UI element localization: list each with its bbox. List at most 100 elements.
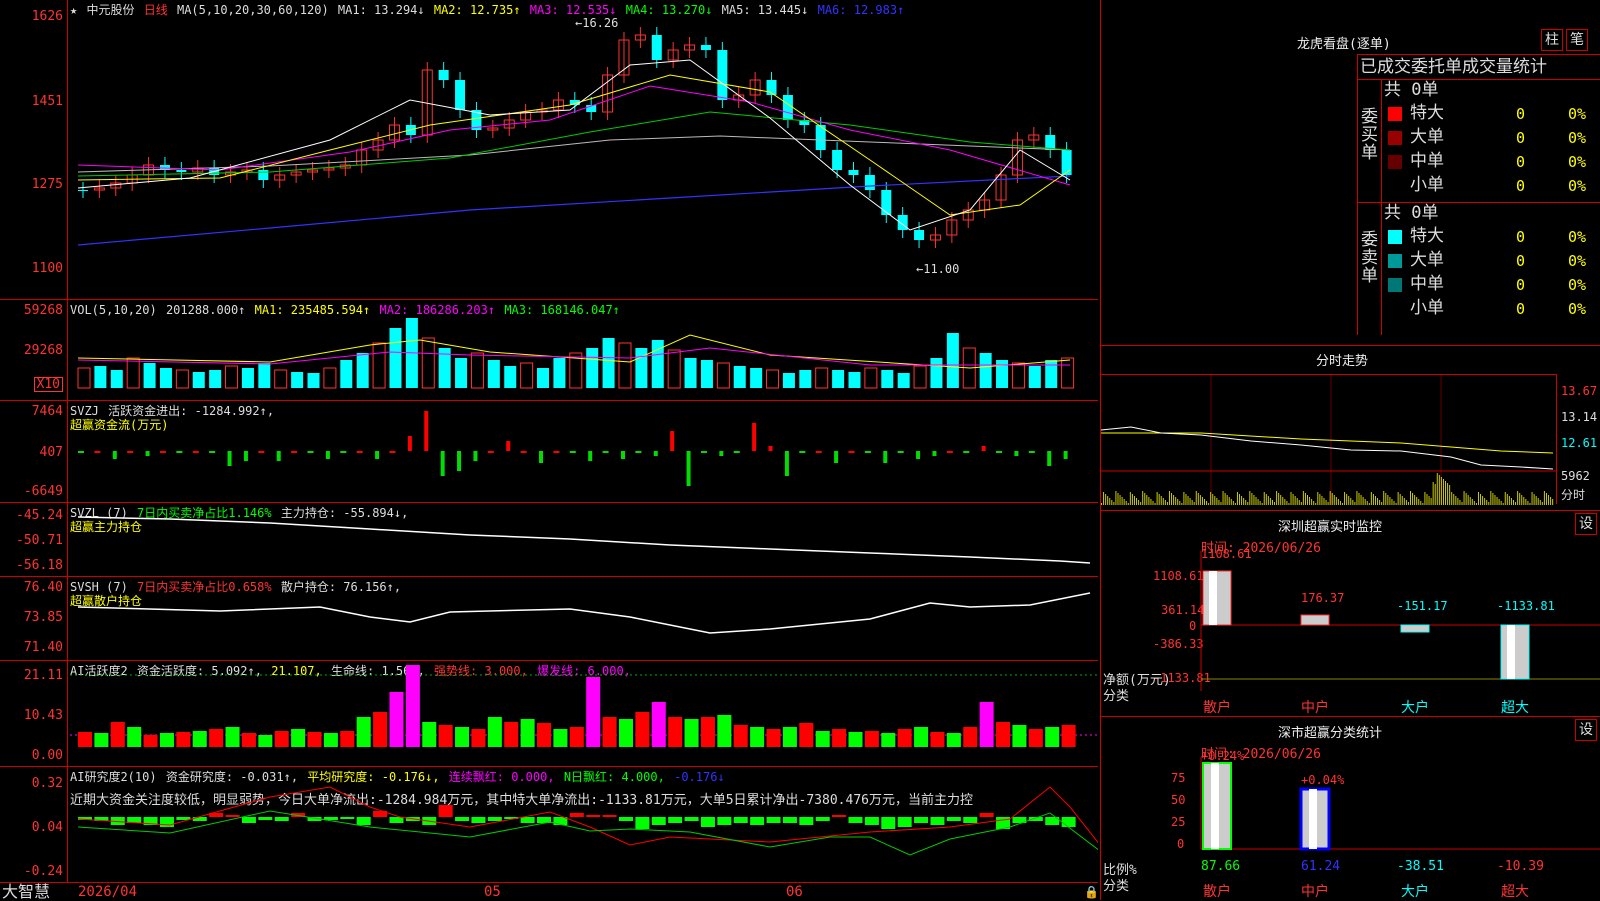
sz-class-settings-button[interactable]: 设 — [1575, 719, 1597, 741]
lock-icon[interactable]: 🔒 — [1084, 885, 1099, 899]
activity-bar — [1045, 727, 1060, 747]
intraday-vol-bar — [1374, 496, 1376, 505]
intraday-vol-bar — [1241, 496, 1243, 505]
volume-bar — [175, 369, 189, 389]
activity-bar — [963, 727, 978, 747]
svzl-panel[interactable]: -45.24 -50.71 -56.18 SVZL (7) 7日内买卖净占比1.… — [0, 503, 1098, 577]
row-count: 0 — [1516, 252, 1526, 270]
activity-bar — [225, 727, 240, 747]
activity-bar — [94, 733, 109, 747]
intraday-vol-bar — [1453, 494, 1455, 505]
intraday-vol-bar — [1224, 493, 1226, 505]
flow-bar — [916, 451, 921, 459]
intraday-vol-bar — [1545, 493, 1547, 505]
flow-bar — [520, 451, 527, 453]
intraday-vol-bar — [1317, 492, 1319, 505]
volume-panel[interactable]: 59268 29268 X10 VOL(5,10,20) 201288.000↑… — [0, 300, 1098, 401]
intraday-vol-bar — [1346, 494, 1348, 505]
intraday-vol-bar — [1488, 502, 1490, 505]
activity-bar — [127, 727, 142, 747]
volume-bar — [421, 337, 435, 389]
svzj-panel[interactable]: 7464 407 -6649 SVZJ 活跃资金进出: -1284.992↑, … — [0, 401, 1098, 503]
activity-bar — [1061, 725, 1076, 747]
intraday-vol-bar — [1290, 492, 1292, 505]
flow-bar — [1047, 451, 1052, 466]
intraday-vol-bar — [1269, 498, 1271, 505]
axis-label: 73.85 — [23, 610, 63, 625]
date-label: 2026/04 — [78, 884, 138, 900]
intraday-vol-bar — [1304, 493, 1306, 505]
flow-bar — [176, 451, 183, 453]
intraday-vol-bar — [1370, 492, 1372, 505]
flow-bar — [686, 451, 691, 486]
intraday-vol-bar — [1498, 499, 1500, 505]
intraday-vol-bar — [1208, 503, 1210, 505]
intraday-vol-bar — [1445, 481, 1447, 505]
intraday-vol-bar — [1199, 495, 1201, 505]
intraday-vol-bar — [1455, 496, 1457, 505]
intraday-vol-bar — [1358, 493, 1360, 505]
flow-bar — [848, 451, 855, 453]
intraday-vol-bar — [1113, 502, 1115, 505]
intraday-vol-bar — [1204, 499, 1205, 505]
candle-chart[interactable] — [70, 0, 1098, 300]
volume-bar — [716, 362, 730, 389]
intraday-vol-bar — [1331, 493, 1333, 505]
activity-bar — [602, 717, 617, 747]
intraday-vol-bar — [1156, 492, 1158, 505]
flow-bar — [602, 451, 609, 453]
intraday-vol-bar — [1284, 499, 1286, 505]
activity-bar — [799, 723, 814, 747]
activity-bar — [700, 717, 715, 747]
intraday-vol-bar — [1473, 501, 1475, 505]
sz-monitor-panel[interactable]: 深圳超赢实时监控 设 时间: 2026/06/26 1108.61 361.14… — [1101, 510, 1600, 716]
intraday-vol-bar — [1537, 498, 1539, 505]
activity-bar — [209, 729, 224, 747]
row-pct: 0% — [1568, 105, 1587, 123]
candle — [455, 80, 466, 110]
candle — [438, 70, 449, 80]
intraday-vol-bar — [1352, 500, 1354, 505]
intraday-vol-bar — [1451, 492, 1453, 505]
flow-bar — [159, 451, 166, 453]
flow-bar — [487, 451, 494, 453]
intraday-vol-bar — [1548, 495, 1550, 505]
tick-view-button[interactable]: 笔 — [1566, 29, 1588, 51]
intraday-vol-bar — [1426, 494, 1428, 505]
intraday-vol-bar — [1218, 500, 1220, 505]
axis-label: 71.40 — [23, 640, 63, 655]
ai1-bars — [70, 665, 1098, 747]
intraday-vol-bar — [1111, 500, 1113, 505]
svsh-panel[interactable]: 76.40 73.85 71.40 SVSH (7) 7日内买卖净占比0.658… — [0, 577, 1098, 661]
row-label: 中单 — [1410, 151, 1444, 171]
intraday-vol-bar — [1463, 491, 1465, 505]
flow-bar — [375, 451, 380, 459]
row-pct: 0% — [1568, 177, 1587, 195]
activity-bar — [405, 665, 420, 747]
ai-activity-panel[interactable]: 21.11 10.43 0.00 AI活跃度2 资金活跃度: 5.092↑, 2… — [0, 661, 1098, 767]
sz-monitor-settings-button[interactable]: 设 — [1575, 513, 1597, 535]
intraday-vol-bar — [1146, 495, 1148, 505]
axis-label: 13.67 — [1561, 384, 1598, 398]
bar-view-button[interactable]: 柱 — [1541, 29, 1563, 51]
kline-panel[interactable]: 1626 1451 1275 1100 ★ 中元股份 日线 MA(5,10,20… — [0, 0, 1098, 300]
ai-research-panel[interactable]: 0.32 0.04 -0.24 AI研究度2(10) 资金研究度: -0.031… — [0, 767, 1098, 882]
research-bar — [258, 817, 273, 820]
intraday-vol-bar — [1311, 499, 1313, 505]
intraday-vol-bar — [1150, 499, 1152, 505]
sz-cat-label: 超大 — [1501, 700, 1529, 716]
volume-bar — [979, 353, 992, 388]
activity-bar — [979, 702, 994, 747]
flow-bar — [733, 451, 740, 453]
volume-bar — [504, 366, 517, 388]
axis-label: 0.00 — [31, 748, 63, 763]
sz-class-panel[interactable]: 深市超赢分类统计 设 时间: 2026/06/26 75 50 25 0 比例%… — [1101, 716, 1600, 900]
activity-bar — [996, 722, 1011, 747]
volume-bar — [520, 362, 534, 389]
flow-bar — [94, 451, 101, 453]
intraday-vol-bar — [1506, 494, 1508, 505]
intraday-vol-bar — [1428, 496, 1430, 505]
activity-bar — [78, 732, 92, 747]
intraday-panel[interactable]: 分时走势 13.67 13.14 12.61 5962 分时 — [1100, 345, 1600, 507]
intraday-vol-bar — [1420, 501, 1422, 505]
